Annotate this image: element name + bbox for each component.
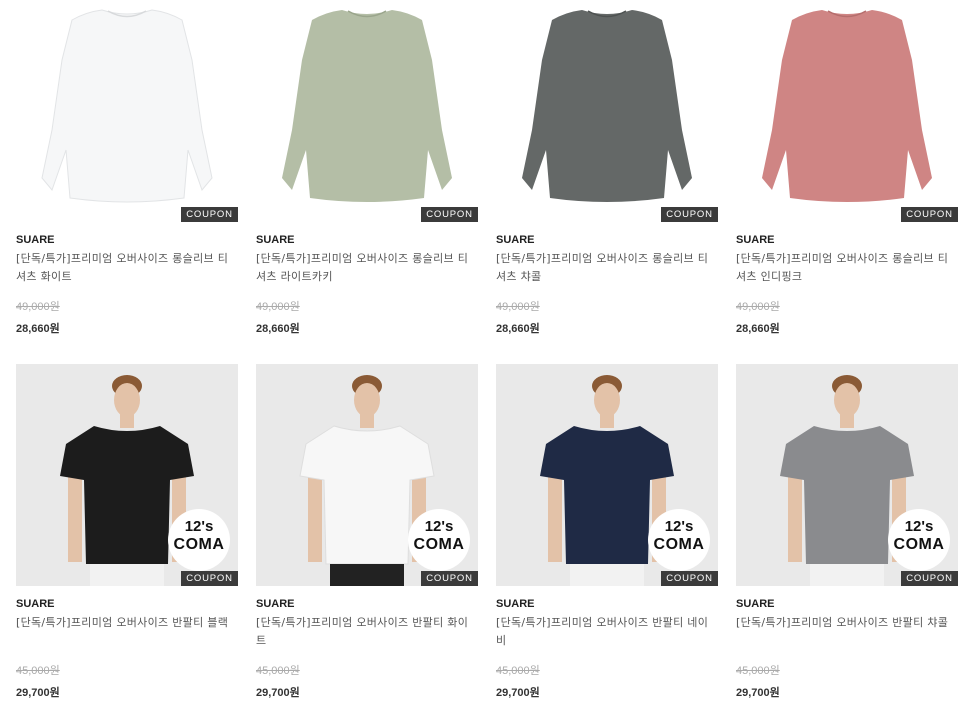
longsleeve-tshirt-image: [282, 10, 452, 202]
longsleeve-tshirt-image: [762, 10, 932, 202]
original-price: 45,000원: [256, 665, 300, 677]
badge-line-1: 12's: [904, 518, 934, 535]
product-image[interactable]: 12's COMA COUPON: [256, 364, 478, 586]
badge-line-1: 12's: [664, 518, 694, 535]
coma-badge: 12's COMA: [168, 509, 230, 571]
coupon-badge: COUPON: [421, 207, 478, 222]
original-price: 49,000원: [256, 301, 300, 313]
badge-line-1: 12's: [184, 518, 214, 535]
sale-price: 28,660원: [736, 323, 780, 335]
badge-line-2: COMA: [653, 536, 705, 553]
product-brand[interactable]: SUARE: [736, 234, 958, 246]
original-price: 49,000원: [496, 301, 540, 313]
product-name[interactable]: [단독/특가]프리미엄 오버사이즈 롱슬리브 티셔츠 챠콜: [496, 250, 718, 286]
product-image[interactable]: 12's COMA COUPON: [736, 364, 958, 586]
badge-line-2: COMA: [413, 536, 465, 553]
product-brand[interactable]: SUARE: [496, 234, 718, 246]
sale-price: 28,660원: [16, 323, 60, 335]
coupon-badge: COUPON: [661, 571, 718, 586]
product-card[interactable]: COUPON SUARE [단독/특가]프리미엄 오버사이즈 롱슬리브 티셔츠 …: [16, 0, 238, 336]
longsleeve-tshirt-image: [522, 10, 692, 202]
sale-price: 29,700원: [16, 687, 60, 699]
longsleeve-tshirt-image: [41, 9, 213, 203]
sale-price: 28,660원: [256, 323, 300, 335]
product-card[interactable]: 12's COMA COUPON SUARE [단독/특가]프리미엄 오버사이즈…: [496, 364, 718, 700]
product-image[interactable]: COUPON: [256, 0, 478, 222]
product-image[interactable]: 12's COMA COUPON: [496, 364, 718, 586]
product-name[interactable]: [단독/특가]프리미엄 오버사이즈 롱슬리브 티셔츠 인디핑크: [736, 250, 958, 286]
coupon-badge: COUPON: [181, 571, 238, 586]
badge-line-1: 12's: [424, 518, 454, 535]
sale-price: 29,700원: [256, 687, 300, 699]
product-brand[interactable]: SUARE: [736, 598, 958, 610]
product-card[interactable]: COUPON SUARE [단독/특가]프리미엄 오버사이즈 롱슬리브 티셔츠 …: [736, 0, 958, 336]
sale-price: 29,700원: [736, 687, 780, 699]
product-card[interactable]: 12's COMA COUPON SUARE [단독/특가]프리미엄 오버사이즈…: [16, 364, 238, 700]
product-card[interactable]: COUPON SUARE [단독/특가]프리미엄 오버사이즈 롱슬리브 티셔츠 …: [256, 0, 478, 336]
badge-line-2: COMA: [893, 536, 945, 553]
coupon-badge: COUPON: [181, 207, 238, 222]
product-card[interactable]: 12's COMA COUPON SUARE [단독/특가]프리미엄 오버사이즈…: [256, 364, 478, 700]
coma-badge: 12's COMA: [888, 509, 950, 571]
badge-line-2: COMA: [173, 536, 225, 553]
original-price: 45,000원: [16, 665, 60, 677]
product-name[interactable]: [단독/특가]프리미엄 오버사이즈 롱슬리브 티셔츠 화이트: [16, 250, 238, 286]
product-brand[interactable]: SUARE: [256, 234, 478, 246]
product-brand[interactable]: SUARE: [256, 598, 478, 610]
product-name[interactable]: [단독/특가]프리미엄 오버사이즈 반팔티 챠콜: [736, 614, 958, 650]
product-brand[interactable]: SUARE: [16, 598, 238, 610]
product-image[interactable]: COUPON: [496, 0, 718, 222]
product-name[interactable]: [단독/특가]프리미엄 오버사이즈 반팔티 화이트: [256, 614, 478, 650]
product-card[interactable]: COUPON SUARE [단독/특가]프리미엄 오버사이즈 롱슬리브 티셔츠 …: [496, 0, 718, 336]
sale-price: 28,660원: [496, 323, 540, 335]
coupon-badge: COUPON: [661, 207, 718, 222]
product-brand[interactable]: SUARE: [16, 234, 238, 246]
coupon-badge: COUPON: [421, 571, 478, 586]
original-price: 45,000원: [496, 665, 540, 677]
product-image[interactable]: COUPON: [736, 0, 958, 222]
original-price: 49,000원: [16, 301, 60, 313]
product-name[interactable]: [단독/특가]프리미엄 오버사이즈 반팔티 네이비: [496, 614, 718, 650]
product-image[interactable]: 12's COMA COUPON: [16, 364, 238, 586]
product-brand[interactable]: SUARE: [496, 598, 718, 610]
product-card[interactable]: 12's COMA COUPON SUARE [단독/특가]프리미엄 오버사이즈…: [736, 364, 958, 700]
original-price: 49,000원: [736, 301, 780, 313]
coma-badge: 12's COMA: [648, 509, 710, 571]
product-name[interactable]: [단독/특가]프리미엄 오버사이즈 반팔티 블랙: [16, 614, 238, 650]
coupon-badge: COUPON: [901, 207, 958, 222]
coupon-badge: COUPON: [901, 571, 958, 586]
product-image[interactable]: COUPON: [16, 0, 238, 222]
original-price: 45,000원: [736, 665, 780, 677]
coma-badge: 12's COMA: [408, 509, 470, 571]
sale-price: 29,700원: [496, 687, 540, 699]
product-name[interactable]: [단독/특가]프리미엄 오버사이즈 롱슬리브 티셔츠 라이트카키: [256, 250, 478, 286]
